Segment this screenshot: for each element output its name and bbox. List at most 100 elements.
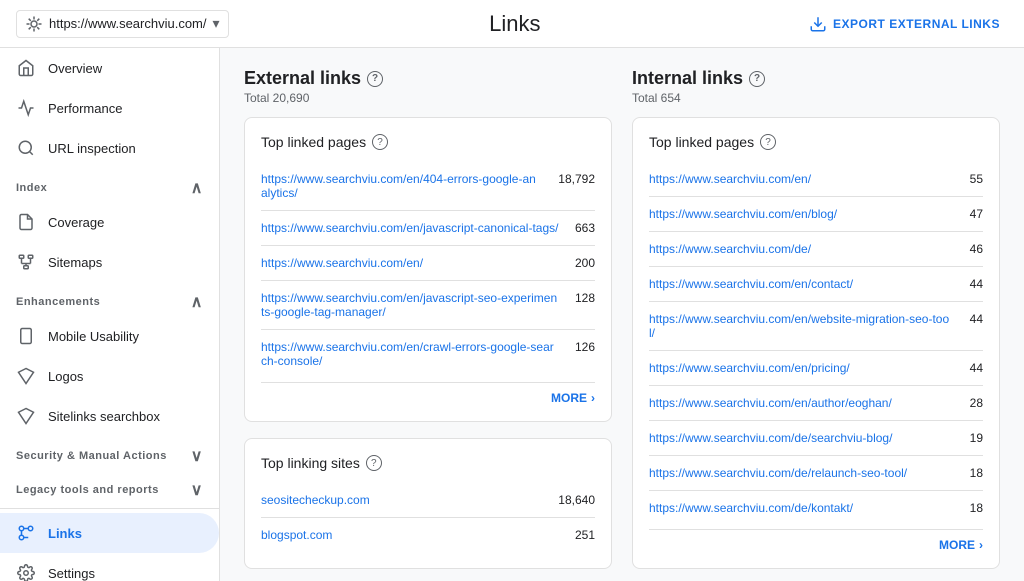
table-row[interactable]: https://www.searchviu.com/en/crawl-error… <box>261 329 595 378</box>
sidebar-item-sitemaps-label: Sitemaps <box>48 255 102 270</box>
sidebar-section-legacy[interactable]: Legacy tools and reports ∨ <box>0 470 219 504</box>
link-count: 19 <box>970 431 983 445</box>
table-row[interactable]: https://www.searchviu.com/en/55 <box>649 162 983 196</box>
sidebar-item-settings-label: Settings <box>48 566 95 581</box>
table-row[interactable]: https://www.searchviu.com/en/website-mig… <box>649 301 983 350</box>
link-url[interactable]: https://www.searchviu.com/en/javascript-… <box>261 291 559 319</box>
sidebar-item-performance-label: Performance <box>48 101 122 116</box>
table-row[interactable]: https://www.searchviu.com/en/javascript-… <box>261 210 595 245</box>
chevron-right-icon-2: › <box>979 538 983 552</box>
site-selector[interactable]: https://www.searchviu.com/ ▾ <box>16 10 229 38</box>
external-linked-pages-more-button[interactable]: MORE › <box>261 382 595 405</box>
link-url[interactable]: https://www.searchviu.com/en/blog/ <box>649 207 954 221</box>
external-links-help-icon[interactable]: ? <box>367 71 383 87</box>
table-row[interactable]: https://www.searchviu.com/en/author/eogh… <box>649 385 983 420</box>
page-title: Links <box>489 11 540 37</box>
sidebar-item-settings[interactable]: Settings <box>0 553 219 581</box>
table-row[interactable]: https://www.searchviu.com/en/contact/44 <box>649 266 983 301</box>
top-linked-pages-help-icon[interactable]: ? <box>372 134 388 150</box>
link-url[interactable]: seositecheckup.com <box>261 493 542 507</box>
sidebar-item-url-inspection[interactable]: URL inspection <box>0 128 219 168</box>
external-links-total: Total 20,690 <box>244 91 612 105</box>
link-url[interactable]: https://www.searchviu.com/de/ <box>649 242 954 256</box>
sidebar-item-sitelinks-searchbox[interactable]: Sitelinks searchbox <box>0 396 219 436</box>
top-linking-sites-help-icon[interactable]: ? <box>366 455 382 471</box>
link-count: 55 <box>970 172 983 186</box>
table-row[interactable]: https://www.searchviu.com/de/46 <box>649 231 983 266</box>
sidebar-item-logos[interactable]: Logos <box>0 356 219 396</box>
internal-links-column: Internal links ? Total 654 Top linked pa… <box>632 68 1000 581</box>
link-count: 44 <box>970 361 983 375</box>
link-count: 47 <box>970 207 983 221</box>
link-count: 200 <box>575 256 595 270</box>
top-bar-left: https://www.searchviu.com/ ▾ <box>16 10 229 38</box>
external-linked-pages-rows: https://www.searchviu.com/en/404-errors-… <box>261 162 595 378</box>
sidebar-item-mobile-usability[interactable]: Mobile Usability <box>0 316 219 356</box>
external-top-linked-pages-card: Top linked pages ? https://www.searchviu… <box>244 117 612 422</box>
link-count: 18 <box>970 466 983 480</box>
search-icon <box>16 138 36 158</box>
link-url[interactable]: https://www.searchviu.com/en/author/eogh… <box>649 396 954 410</box>
file-icon <box>16 212 36 232</box>
dropdown-icon: ▾ <box>213 15 220 32</box>
sidebar-item-sitemaps[interactable]: Sitemaps <box>0 242 219 282</box>
link-url[interactable]: https://www.searchviu.com/en/pricing/ <box>649 361 954 375</box>
table-row[interactable]: https://www.searchviu.com/en/404-errors-… <box>261 162 595 210</box>
sidebar-item-links[interactable]: Links <box>0 513 219 553</box>
internal-links-title: Internal links ? <box>632 68 1000 89</box>
columns: External links ? Total 20,690 Top linked… <box>244 68 1000 581</box>
link-count: 18,640 <box>558 493 595 507</box>
link-url[interactable]: https://www.searchviu.com/de/searchviu-b… <box>649 431 954 445</box>
link-url[interactable]: blogspot.com <box>261 528 559 542</box>
sidebar-item-sitelinks-searchbox-label: Sitelinks searchbox <box>48 409 160 424</box>
table-row[interactable]: https://www.searchviu.com/en/200 <box>261 245 595 280</box>
internal-linked-pages-more-button[interactable]: MORE › <box>649 529 983 552</box>
sidebar-item-overview-label: Overview <box>48 61 102 76</box>
link-url[interactable]: https://www.searchviu.com/en/ <box>261 256 559 270</box>
link-url[interactable]: https://www.searchviu.com/en/javascript-… <box>261 221 559 235</box>
link-url[interactable]: https://www.searchviu.com/de/kontakt/ <box>649 501 954 515</box>
chart-icon <box>16 98 36 118</box>
link-url[interactable]: https://www.searchviu.com/en/404-errors-… <box>261 172 542 200</box>
table-row[interactable]: https://www.searchviu.com/en/pricing/44 <box>649 350 983 385</box>
internal-top-linked-pages-help-icon[interactable]: ? <box>760 134 776 150</box>
internal-links-help-icon[interactable]: ? <box>749 71 765 87</box>
link-url[interactable]: https://www.searchviu.com/en/website-mig… <box>649 312 954 340</box>
link-count: 128 <box>575 291 595 305</box>
table-row[interactable]: https://www.searchviu.com/en/blog/47 <box>649 196 983 231</box>
link-count: 46 <box>970 242 983 256</box>
gear-icon <box>16 563 36 581</box>
export-external-links-button[interactable]: EXPORT EXTERNAL LINKS <box>801 7 1008 41</box>
table-row[interactable]: https://www.searchviu.com/de/relaunch-se… <box>649 455 983 490</box>
links-icon <box>16 523 36 543</box>
download-icon <box>809 15 827 33</box>
site-url: https://www.searchviu.com/ <box>49 16 207 31</box>
table-row[interactable]: https://www.searchviu.com/en/javascript-… <box>261 280 595 329</box>
link-url[interactable]: https://www.searchviu.com/en/ <box>649 172 954 186</box>
external-top-linked-pages-title: Top linked pages ? <box>261 134 595 150</box>
table-row[interactable]: seositecheckup.com 18,640 <box>261 483 595 517</box>
table-row[interactable]: blogspot.com 251 <box>261 517 595 552</box>
sidebar-item-overview[interactable]: Overview <box>0 48 219 88</box>
table-row[interactable]: https://www.searchviu.com/de/kontakt/18 <box>649 490 983 525</box>
link-url[interactable]: https://www.searchviu.com/de/relaunch-se… <box>649 466 954 480</box>
link-url[interactable]: https://www.searchviu.com/en/contact/ <box>649 277 954 291</box>
sidebar-section-enhancements[interactable]: Enhancements ∧ <box>0 282 219 316</box>
sidebar-section-index[interactable]: Index ∧ <box>0 168 219 202</box>
chevron-down-icon-2: ∨ <box>191 480 203 500</box>
chevron-down-icon: ∨ <box>191 446 203 466</box>
external-links-header: External links ? Total 20,690 <box>244 68 612 105</box>
external-links-title: External links ? <box>244 68 612 89</box>
sidebar-item-coverage[interactable]: Coverage <box>0 202 219 242</box>
link-count: 251 <box>575 528 595 542</box>
internal-top-linked-pages-card: Top linked pages ? https://www.searchviu… <box>632 117 1000 569</box>
link-count: 18,792 <box>558 172 595 186</box>
link-count: 44 <box>970 312 983 326</box>
sidebar-item-performance[interactable]: Performance <box>0 88 219 128</box>
table-row[interactable]: https://www.searchviu.com/de/searchviu-b… <box>649 420 983 455</box>
link-url[interactable]: https://www.searchviu.com/en/crawl-error… <box>261 340 559 368</box>
internal-linked-pages-rows: https://www.searchviu.com/en/55https://w… <box>649 162 983 525</box>
external-top-linking-sites-card: Top linking sites ? seositecheckup.com18… <box>244 438 612 569</box>
sidebar-section-security[interactable]: Security & Manual Actions ∨ <box>0 436 219 470</box>
sidebar-section-index-label: Index <box>16 182 47 194</box>
